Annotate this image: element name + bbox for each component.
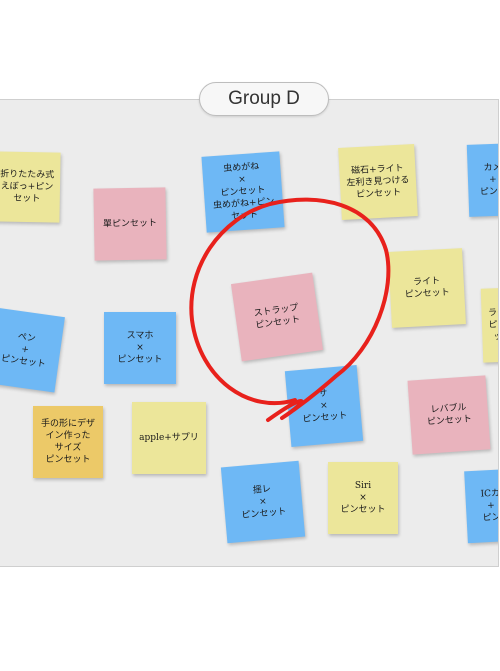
sticky-note[interactable]: 手の形にデザイン作った サイズ ピンセット [33, 406, 103, 478]
sticky-note[interactable]: 揺レ × ピンセット [220, 460, 306, 544]
sticky-note[interactable]: カメ + ピンセ [466, 143, 498, 217]
sticky-note[interactable]: 折りたたみ式 えぼっ+ピンセット [0, 151, 61, 223]
sticky-note[interactable]: 磁石+ライト 左利き見つける ピンセット [338, 144, 418, 220]
sticky-note[interactable]: ストラップ ピンセット [230, 272, 324, 362]
sticky-note[interactable]: ライト ピンセット [480, 287, 498, 363]
sticky-note[interactable]: 單ピンセット [93, 187, 167, 261]
sticky-note[interactable]: Siri × ピンセット [328, 462, 398, 534]
sticky-note[interactable]: サ × ピンセット [284, 365, 364, 447]
sticky-note[interactable]: ライト ピンセット [388, 248, 466, 328]
sticky-note[interactable]: スマホ × ピンセット [104, 312, 176, 384]
sticky-note[interactable]: ICカ + ピン [464, 468, 498, 544]
sticky-note[interactable]: レバブル ピンセット [407, 375, 491, 455]
whiteboard-group[interactable]: 折りたたみ式 えぼっ+ピンセット 單ピンセット 虫めがね × ピンセット 虫めが… [0, 99, 499, 567]
sticky-note[interactable]: ペン + ピンセット [0, 307, 65, 393]
sticky-note[interactable]: 虫めがね × ピンセット 虫めがね+ピンセット [201, 151, 285, 233]
sticky-note[interactable]: apple+サプリ [132, 402, 206, 474]
group-label[interactable]: Group D [199, 82, 329, 116]
